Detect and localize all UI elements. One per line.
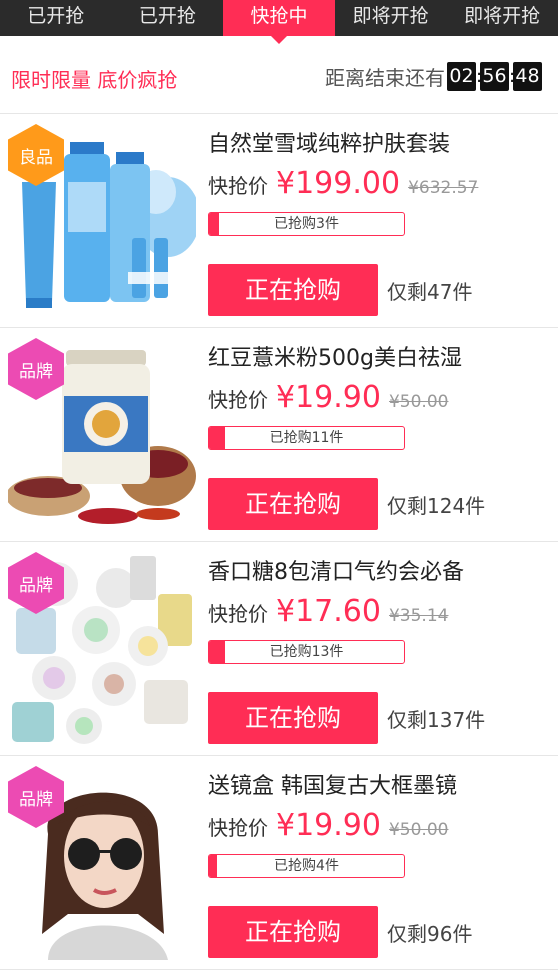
sold-count: 已抢购3件 bbox=[274, 216, 339, 232]
product-title[interactable]: 香口糖8包清口气约会必备 bbox=[208, 554, 464, 586]
price-label: 快抢价 bbox=[208, 174, 268, 198]
sold-progress-bar: 已抢购11件 bbox=[208, 426, 405, 450]
sold-progress-bar: 已抢购4件 bbox=[208, 854, 405, 878]
tab-in-progress[interactable]: 快抢中 bbox=[223, 0, 335, 44]
product-title[interactable]: 自然堂雪域纯粹护肤套装 bbox=[208, 126, 450, 158]
buy-now-button[interactable]: 正在抢购 bbox=[208, 478, 378, 530]
flash-sale-tab-bar: 已开抢 已开抢 快抢中 即将开抢 即将开抢 bbox=[0, 0, 558, 44]
price-label: 快抢价 bbox=[208, 388, 268, 412]
buy-now-button[interactable]: 正在抢购 bbox=[208, 692, 378, 744]
price-row: 快抢价 ¥19.90 ¥50.00 bbox=[208, 808, 448, 843]
sold-count: 已抢购11件 bbox=[269, 430, 344, 446]
original-price: ¥50.00 bbox=[388, 392, 449, 412]
countdown-timer: 距离结束还有 02 : 56 : 48 bbox=[325, 62, 542, 91]
tab-upcoming-2[interactable]: 即将开抢 bbox=[446, 0, 558, 36]
product-title[interactable]: 送镜盒 韩国复古大框墨镜 bbox=[208, 768, 457, 800]
product-title[interactable]: 红豆薏米粉500g美白祛湿 bbox=[208, 340, 462, 372]
tab-started-1[interactable]: 已开抢 bbox=[0, 0, 112, 36]
sale-price: ¥17.60 bbox=[276, 594, 381, 629]
product-card[interactable]: 良品 自然堂雪域纯粹护肤套装 快抢价 ¥199.00 ¥632.57 已抢购3件… bbox=[0, 114, 558, 328]
stock-remaining: 仅剩124件 bbox=[387, 494, 486, 518]
product-card[interactable]: 品牌 送镜盒 韩国复古大框墨镜 快抢价 ¥19.90 ¥50.00 已抢购4件 … bbox=[0, 756, 558, 970]
price-row: 快抢价 ¥199.00 ¥632.57 bbox=[208, 166, 478, 201]
promo-slogan: 限时限量 底价疯抢 bbox=[11, 68, 178, 92]
tab-started-2[interactable]: 已开抢 bbox=[112, 0, 224, 36]
stock-remaining: 仅剩137件 bbox=[387, 708, 486, 732]
price-label: 快抢价 bbox=[208, 816, 268, 840]
product-list: 良品 自然堂雪域纯粹护肤套装 快抢价 ¥199.00 ¥632.57 已抢购3件… bbox=[0, 114, 558, 970]
tab-upcoming-1[interactable]: 即将开抢 bbox=[335, 0, 447, 36]
countdown-label: 距离结束还有 bbox=[325, 66, 445, 90]
buy-now-button[interactable]: 正在抢购 bbox=[208, 264, 378, 316]
sale-price: ¥19.90 bbox=[276, 380, 381, 415]
countdown-seconds: 48 bbox=[513, 62, 542, 91]
sale-price: ¥19.90 bbox=[276, 808, 381, 843]
original-price: ¥632.57 bbox=[408, 178, 479, 198]
sold-count: 已抢购4件 bbox=[274, 858, 339, 874]
price-row: 快抢价 ¥19.90 ¥50.00 bbox=[208, 380, 448, 415]
countdown-minutes: 56 bbox=[480, 62, 509, 91]
price-label: 快抢价 bbox=[208, 602, 268, 626]
price-row: 快抢价 ¥17.60 ¥35.14 bbox=[208, 594, 448, 629]
sale-subheader: 限时限量 底价疯抢 距离结束还有 02 : 56 : 48 bbox=[0, 38, 558, 114]
original-price: ¥50.00 bbox=[388, 820, 449, 840]
sale-price: ¥199.00 bbox=[276, 166, 401, 201]
countdown-hours: 02 bbox=[447, 62, 476, 91]
buy-now-button[interactable]: 正在抢购 bbox=[208, 906, 378, 958]
sold-progress-bar: 已抢购13件 bbox=[208, 640, 405, 664]
original-price: ¥35.14 bbox=[388, 606, 449, 626]
product-card[interactable]: 品牌 红豆薏米粉500g美白祛湿 快抢价 ¥19.90 ¥50.00 已抢购11… bbox=[0, 328, 558, 542]
stock-remaining: 仅剩47件 bbox=[387, 280, 473, 304]
sold-count: 已抢购13件 bbox=[269, 644, 344, 660]
sold-progress-bar: 已抢购3件 bbox=[208, 212, 405, 236]
product-card[interactable]: 品牌 香口糖8包清口气约会必备 快抢价 ¥17.60 ¥35.14 已抢购13件… bbox=[0, 542, 558, 756]
stock-remaining: 仅剩96件 bbox=[387, 922, 473, 946]
